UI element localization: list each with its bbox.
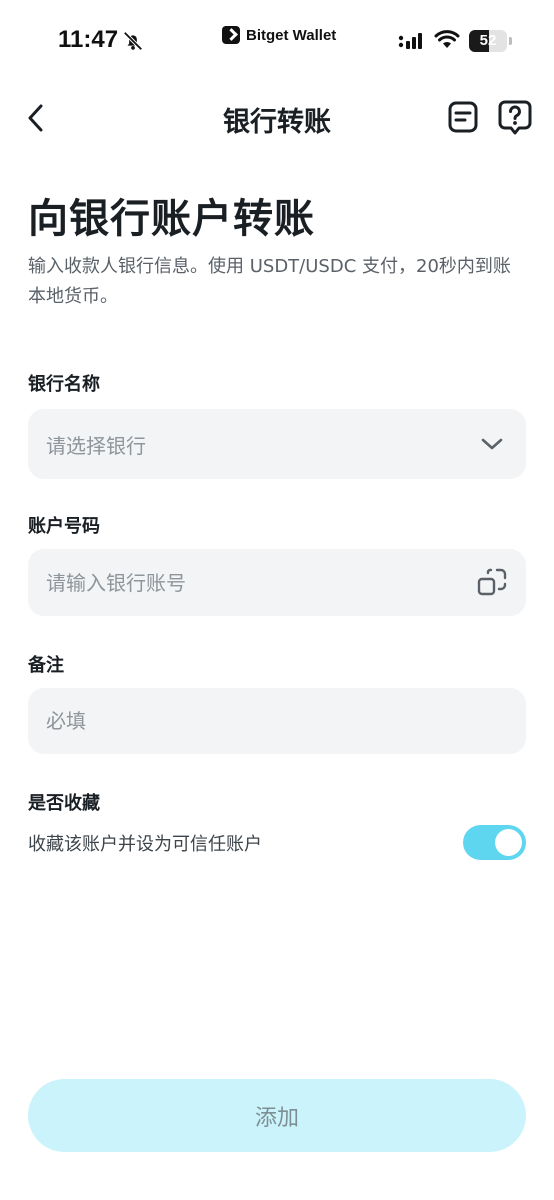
add-button[interactable]: 添加 — [28, 1079, 526, 1152]
bank-select-placeholder: 请选择银行 — [46, 433, 146, 458]
page-description: 输入收款人银行信息。使用 USDT/USDC 支付，20秒内到账本地货币。 — [28, 256, 511, 307]
favorite-label: 是否收藏 — [28, 793, 100, 814]
page-title: 向银行账户转账 — [28, 196, 315, 242]
account-number-field[interactable] — [28, 549, 526, 616]
bank-select[interactable]: 请选择银行 — [28, 409, 526, 479]
bell-off-icon — [123, 31, 143, 51]
battery-level: 52 — [479, 32, 497, 49]
status-bar: 11:47 Bitget Wallet 52 — [0, 0, 554, 80]
battery-icon: 52 — [469, 30, 507, 52]
favorite-toggle[interactable] — [463, 825, 526, 860]
document-list-icon — [448, 101, 478, 133]
account-number-input[interactable] — [46, 570, 476, 595]
cellular-signal-icon — [398, 33, 422, 49]
paste-scan-icon[interactable] — [476, 567, 508, 599]
records-button[interactable] — [446, 100, 480, 134]
status-time: 11:47 — [58, 26, 119, 53]
app-brand-name: Bitget Wallet — [246, 26, 337, 44]
battery-cap — [509, 37, 512, 45]
note-field[interactable] — [28, 688, 526, 754]
help-question-icon — [498, 100, 532, 135]
toggle-knob — [495, 829, 522, 856]
account-number-label: 账户号码 — [28, 516, 100, 537]
app-brand: Bitget Wallet — [222, 24, 336, 46]
note-label: 备注 — [28, 655, 64, 676]
bank-name-label: 银行名称 — [28, 374, 100, 395]
wifi-icon — [434, 30, 460, 48]
note-input[interactable] — [46, 709, 508, 733]
favorite-description: 收藏该账户并设为可信任账户 — [28, 834, 262, 855]
chevron-down-icon — [476, 428, 508, 460]
bitget-logo-icon — [222, 26, 240, 44]
help-button[interactable] — [496, 98, 534, 136]
